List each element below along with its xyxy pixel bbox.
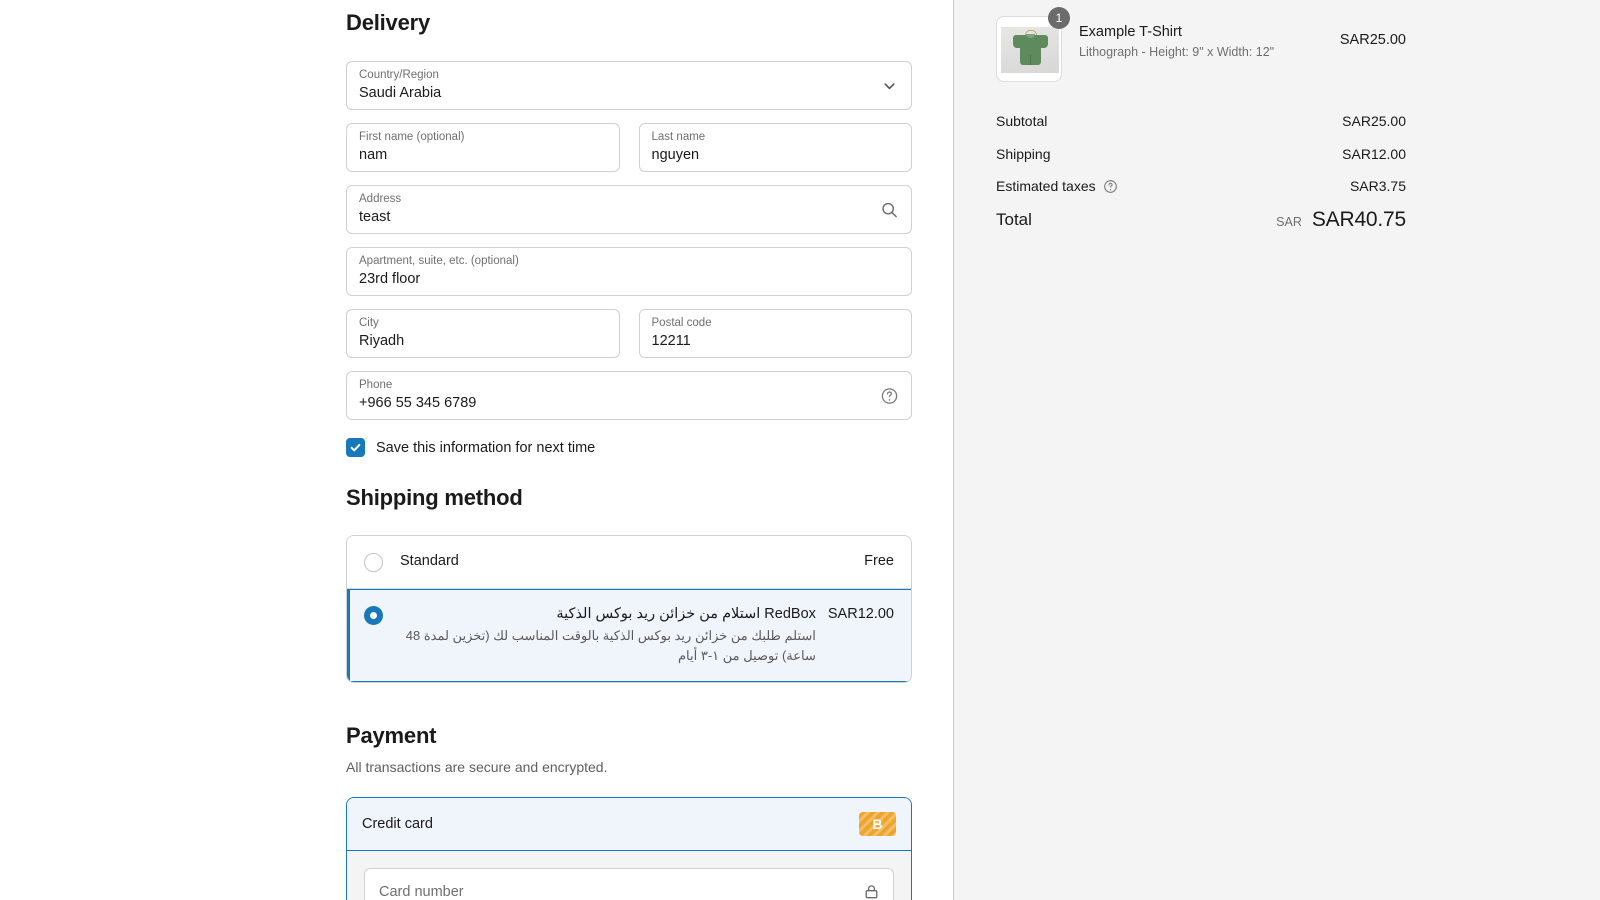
last-name-input[interactable]: Last name nguyen xyxy=(639,123,913,172)
payment-method-credit-card[interactable]: Credit card B xyxy=(347,798,911,851)
taxes-label: Estimated taxes xyxy=(996,178,1096,194)
payment-methods-group: Credit card B Card number xyxy=(346,797,912,900)
postal-code-value: 12211 xyxy=(652,332,900,350)
checkout-form: Delivery Country/Region Saudi Arabia Fir… xyxy=(346,0,912,900)
help-circle-icon[interactable] xyxy=(880,386,899,405)
address-label: Address xyxy=(359,193,899,206)
city-input[interactable]: City Riyadh xyxy=(346,309,620,358)
shipping-value: SAR12.00 xyxy=(1342,146,1406,162)
save-info-checkbox[interactable]: Save this information for next time xyxy=(346,438,912,457)
order-item-info: Example T-Shirt Lithograph - Height: 9" … xyxy=(1062,16,1340,61)
shipping-option-description: استلم طلبك من خزائن ريد بوكس الذكية بالو… xyxy=(400,626,816,666)
shipping-options-group: Standard Free RedBox استلام من خزائن ريد… xyxy=(346,535,912,683)
save-info-label: Save this information for next time xyxy=(376,440,595,456)
shipping-option-redbox[interactable]: RedBox استلام من خزائن ريد بوكس الذكية ا… xyxy=(347,588,911,682)
country-region-label: Country/Region xyxy=(359,69,899,82)
tshirt-sleeve-right xyxy=(1040,35,1048,48)
total-currency: SAR xyxy=(1276,215,1302,229)
order-line-item: 1 Example T-Shirt Lithograph - Height: 9… xyxy=(996,0,1406,82)
taxes-value: SAR3.75 xyxy=(1350,178,1406,194)
checkout-page: Delivery Country/Region Saudi Arabia Fir… xyxy=(0,0,1600,900)
order-summary-inner: 1 Example T-Shirt Lithograph - Height: 9… xyxy=(996,0,1406,232)
total-value-wrap: SAR SAR40.75 xyxy=(1276,208,1406,232)
tshirt-split xyxy=(1030,55,1031,65)
first-name-label: First name (optional) xyxy=(359,131,607,144)
shipping-option-title: Standard xyxy=(400,552,852,571)
card-number-input[interactable]: Card number xyxy=(364,868,894,900)
city-label: City xyxy=(359,317,607,330)
first-name-value: nam xyxy=(359,146,607,164)
shipping-label: Shipping xyxy=(996,146,1051,162)
apartment-value: 23rd floor xyxy=(359,270,899,288)
product-variant: Lithograph - Height: 9" x Width: 12" xyxy=(1079,43,1340,61)
last-name-value: nguyen xyxy=(652,146,900,164)
order-summary-panel: 1 Example T-Shirt Lithograph - Height: 9… xyxy=(953,0,1600,900)
first-name-input[interactable]: First name (optional) nam xyxy=(346,123,620,172)
checkbox-checked-icon[interactable] xyxy=(346,438,365,457)
help-circle-icon[interactable] xyxy=(1103,179,1118,194)
payment-method-body: Card number xyxy=(347,851,911,900)
chevron-down-icon xyxy=(880,76,899,95)
address-value: teast xyxy=(359,208,899,226)
delivery-heading: Delivery xyxy=(346,12,912,34)
country-region-value: Saudi Arabia xyxy=(359,84,899,102)
product-thumbnail-wrap: 1 xyxy=(996,16,1062,82)
phone-input[interactable]: Phone +966 55 345 6789 xyxy=(346,371,912,420)
subtotal-label: Subtotal xyxy=(996,113,1047,129)
summary-row-taxes: Estimated taxes SAR3.75 xyxy=(996,178,1406,194)
product-name: Example T-Shirt xyxy=(1079,22,1340,42)
shipping-option-standard[interactable]: Standard Free xyxy=(347,536,911,588)
payment-heading: Payment xyxy=(346,725,912,747)
search-icon[interactable] xyxy=(880,200,899,219)
summary-row-total: Total SAR SAR40.75 xyxy=(996,208,1406,232)
name-row: First name (optional) nam Last name nguy… xyxy=(346,123,912,172)
quantity-badge: 1 xyxy=(1048,7,1070,29)
shipping-option-body: RedBox استلام من خزائن ريد بوكس الذكية ا… xyxy=(383,605,828,666)
radio-selected-icon[interactable] xyxy=(364,606,383,625)
city-value: Riyadh xyxy=(359,332,607,350)
postal-code-label: Postal code xyxy=(652,317,900,330)
total-label: Total xyxy=(996,210,1032,230)
payment-subtitle: All transactions are secure and encrypte… xyxy=(346,759,912,775)
checkout-main-column: Delivery Country/Region Saudi Arabia Fir… xyxy=(0,0,953,900)
last-name-label: Last name xyxy=(652,131,900,144)
summary-row-subtotal: Subtotal SAR25.00 xyxy=(996,113,1406,129)
payment-method-label: Credit card xyxy=(362,816,433,832)
shipping-option-body: Standard xyxy=(383,552,864,571)
apartment-input[interactable]: Apartment, suite, etc. (optional) 23rd f… xyxy=(346,247,912,296)
city-postal-row: City Riyadh Postal code 12211 xyxy=(346,309,912,358)
shipping-option-price: SAR12.00 xyxy=(828,606,894,622)
subtotal-value: SAR25.00 xyxy=(1342,113,1406,129)
phone-label: Phone xyxy=(359,379,899,392)
product-price: SAR25.00 xyxy=(1340,16,1406,48)
card-number-placeholder: Card number xyxy=(379,884,464,900)
shipping-option-price: Free xyxy=(864,553,894,569)
postal-code-input[interactable]: Postal code 12211 xyxy=(639,309,913,358)
address-input[interactable]: Address teast xyxy=(346,185,912,234)
phone-value: +966 55 345 6789 xyxy=(359,394,899,412)
lock-icon xyxy=(863,883,880,900)
apartment-label: Apartment, suite, etc. (optional) xyxy=(359,255,899,268)
country-region-select[interactable]: Country/Region Saudi Arabia xyxy=(346,61,912,110)
shipping-method-heading: Shipping method xyxy=(346,487,912,509)
summary-row-shipping: Shipping SAR12.00 xyxy=(996,146,1406,162)
total-value: SAR40.75 xyxy=(1312,208,1406,232)
card-brand-badge-icon: B xyxy=(859,812,896,836)
shipping-option-title: RedBox استلام من خزائن ريد بوكس الذكية xyxy=(400,605,816,624)
taxes-label-wrap: Estimated taxes xyxy=(996,178,1118,194)
radio-unselected-icon[interactable] xyxy=(364,553,383,572)
